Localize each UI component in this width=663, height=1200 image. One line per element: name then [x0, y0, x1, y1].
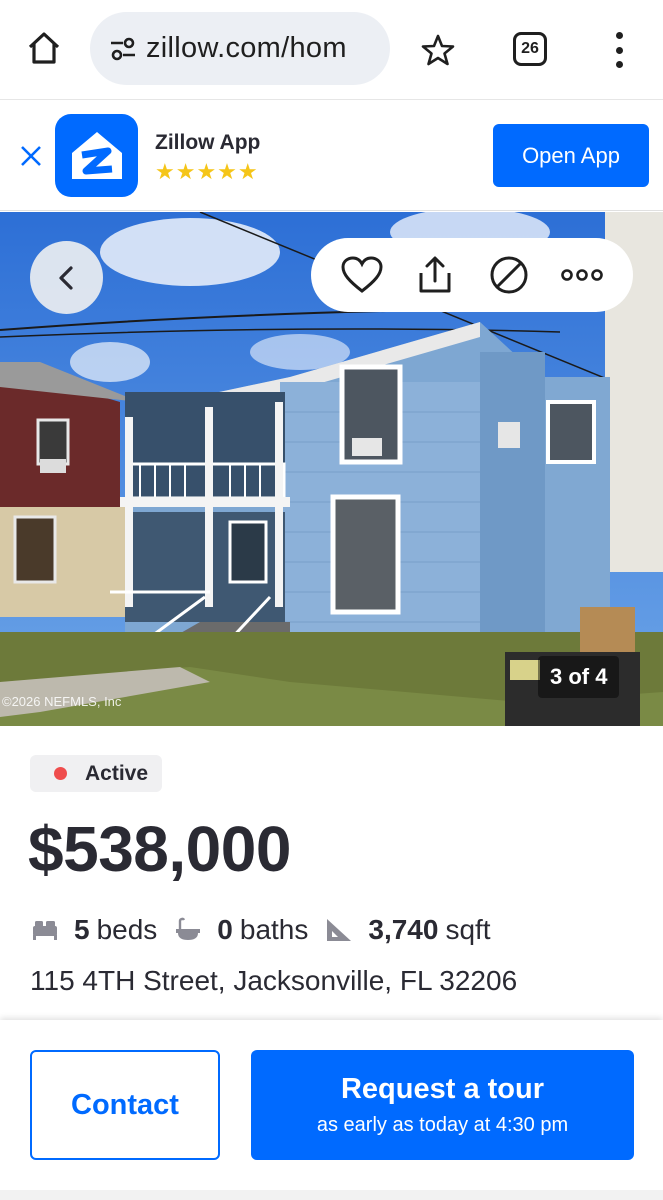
photo-actions-bar — [311, 238, 633, 312]
request-tour-button[interactable]: Request a tour as early as today at 4:30… — [251, 1050, 634, 1160]
sqft-value: 3,740 — [368, 914, 439, 945]
ruler-triangle-icon — [324, 915, 354, 945]
more-icon[interactable] — [559, 252, 605, 298]
bed-icon — [30, 915, 60, 945]
beds-value: 5 — [74, 914, 90, 945]
sqft-label: sqft — [445, 914, 491, 945]
url-text: zillow.com/hom — [146, 32, 347, 64]
share-icon[interactable] — [412, 252, 458, 298]
app-banner: Zillow App ★★★★★ Open App — [0, 101, 663, 211]
bathtub-icon — [173, 915, 203, 945]
system-nav-bar — [0, 1190, 663, 1200]
baths-value: 0 — [217, 914, 233, 945]
cta-bar: Contact Request a tour as early as today… — [0, 1020, 663, 1200]
address-bar[interactable]: zillow.com/hom — [90, 12, 390, 85]
back-button[interactable] — [30, 241, 103, 314]
browser-toolbar: zillow.com/hom 26 — [0, 0, 663, 100]
rating-stars: ★★★★★ — [155, 159, 259, 184]
zillow-logo-icon — [55, 114, 138, 197]
contact-button[interactable]: Contact — [30, 1050, 220, 1160]
hide-icon[interactable] — [486, 252, 532, 298]
request-tour-label: Request a tour — [340, 1073, 545, 1105]
site-settings-icon[interactable] — [106, 32, 140, 66]
sqft-fact: 3,740 sqft — [324, 914, 491, 946]
status-badge: Active — [30, 755, 163, 792]
tab-switcher-icon[interactable]: 26 — [513, 32, 547, 66]
bookmark-star-icon[interactable] — [416, 28, 460, 72]
request-tour-sublabel: as early as today at 4:30 pm — [316, 1114, 569, 1136]
photo-counter: 3 of 4 — [538, 656, 620, 698]
listing-price: $538,000 — [28, 813, 291, 885]
open-app-button[interactable]: Open App — [493, 124, 649, 187]
status-label: Active — [85, 761, 149, 785]
home-icon[interactable] — [22, 26, 66, 70]
photo-watermark: ©2026 NEFMLS, Inc — [2, 694, 122, 709]
chevron-left-icon — [58, 265, 73, 290]
save-heart-icon[interactable] — [339, 252, 385, 298]
close-icon[interactable] — [16, 141, 46, 171]
beds-fact: 5 beds — [30, 914, 157, 946]
listing-address: 115 4TH Street, Jacksonville, FL 32206 — [30, 965, 518, 996]
beds-label: beds — [96, 914, 158, 945]
menu-icon[interactable] — [604, 28, 634, 72]
listing-facts: 5 beds 0 baths 3,740 sqft — [30, 910, 507, 950]
status-dot-icon — [54, 767, 67, 780]
app-name: Zillow App — [155, 131, 261, 154]
baths-fact: 0 baths — [173, 914, 308, 946]
baths-label: baths — [239, 914, 309, 945]
